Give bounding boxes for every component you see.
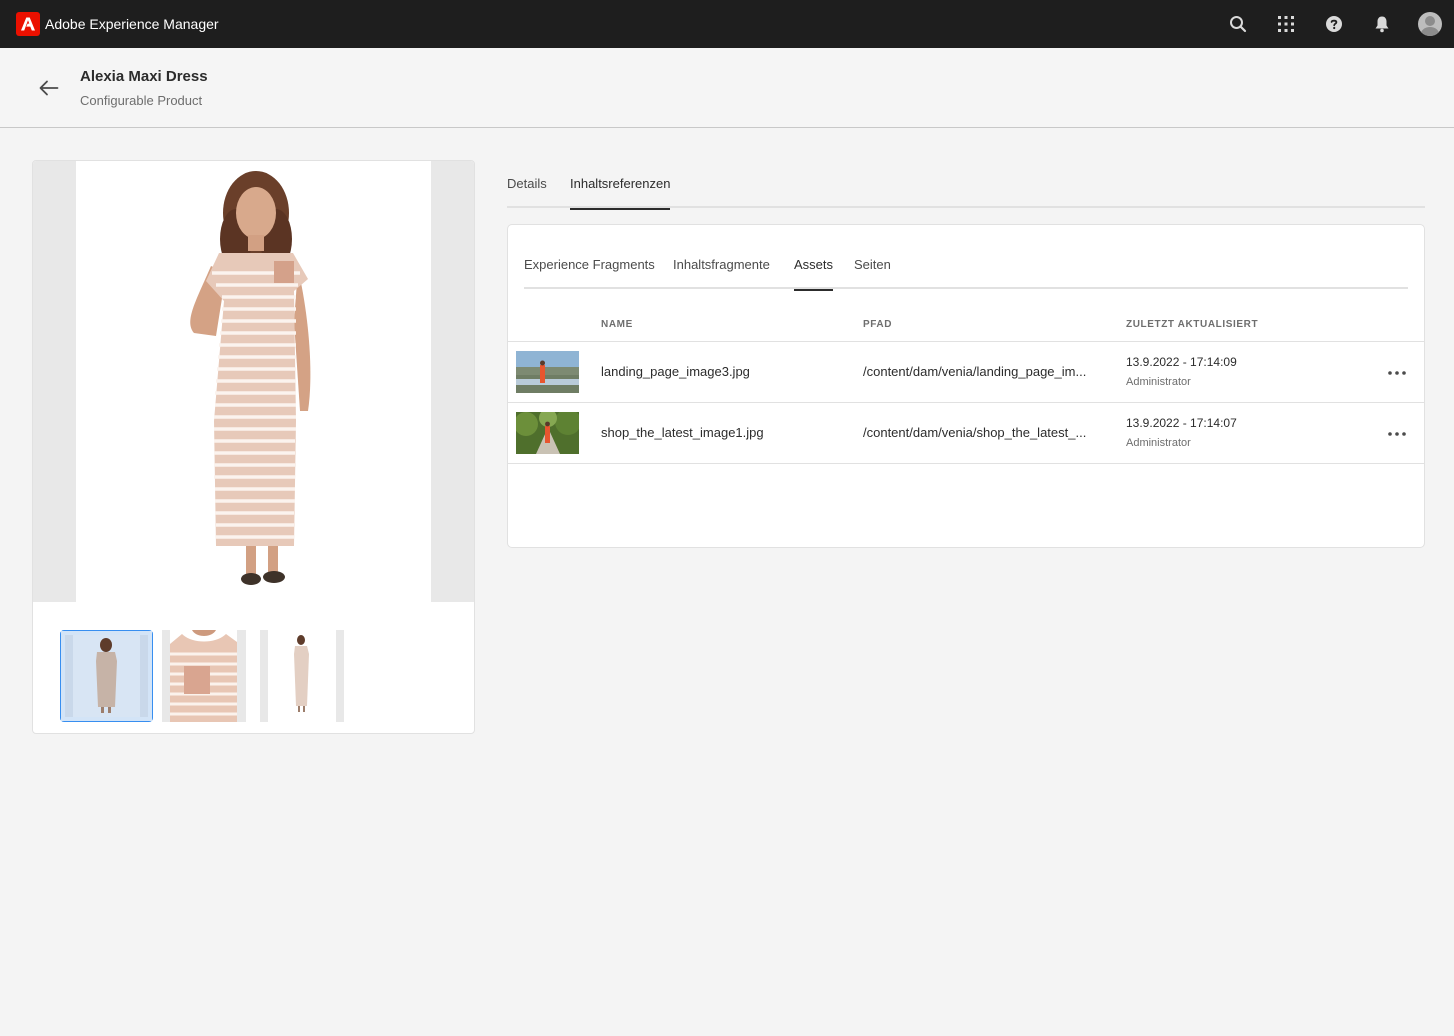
asset-path: /content/dam/venia/landing_page_im... <box>863 364 1087 379</box>
subtab-pages[interactable]: Seiten <box>854 257 891 289</box>
asset-name: landing_page_image3.jpg <box>601 364 750 379</box>
shell-actions <box>1214 0 1454 48</box>
notifications-bell-icon <box>1375 16 1389 33</box>
asset-thumbnail <box>516 351 579 393</box>
adobe-logo-icon <box>16 12 40 36</box>
asset-updated-date: 13.9.2022 - 17:14:09 <box>1126 355 1237 369</box>
asset-updated-by: Administrator <box>1126 437 1191 449</box>
page-title: Alexia Maxi Dress <box>80 68 208 85</box>
help-button[interactable] <box>1310 0 1358 48</box>
thumbnail-detail-view[interactable] <box>162 630 246 722</box>
user-profile-button[interactable] <box>1406 0 1454 48</box>
reference-subtabs: Experience Fragments Inhaltsfragmente As… <box>524 225 1408 291</box>
main-tabs: Details Inhaltsreferenzen <box>507 160 1425 210</box>
table-row[interactable]: landing_page_image3.jpg /content/dam/ven… <box>508 342 1424 403</box>
apps-grid-icon <box>1278 16 1294 32</box>
asset-updated-by: Administrator <box>1126 376 1191 388</box>
content-references-panel: Experience Fragments Inhaltsfragmente As… <box>507 224 1425 548</box>
thumbnail-front-view[interactable] <box>60 630 153 722</box>
more-actions-button[interactable] <box>1380 361 1414 385</box>
table-row[interactable]: shop_the_latest_image1.jpg /content/dam/… <box>508 403 1424 464</box>
column-header-path[interactable]: PFAD <box>863 319 892 330</box>
subtab-experience-fragments[interactable]: Experience Fragments <box>524 257 655 289</box>
apps-button[interactable] <box>1262 0 1310 48</box>
main-product-image <box>33 161 474 602</box>
subtab-content-fragments[interactable]: Inhaltsfragmente <box>673 257 770 289</box>
page-header: Alexia Maxi Dress Configurable Product <box>0 48 1454 128</box>
asset-thumbnail <box>516 412 579 454</box>
more-icon <box>1388 432 1406 436</box>
search-icon <box>1230 16 1247 33</box>
page-subtitle: Configurable Product <box>80 93 203 108</box>
more-actions-button[interactable] <box>1380 422 1414 446</box>
dress-model-image <box>190 171 311 585</box>
asset-name: shop_the_latest_image1.jpg <box>601 425 764 440</box>
column-header-updated[interactable]: ZULETZT AKTUALISIERT <box>1126 319 1258 330</box>
back-button[interactable] <box>34 74 64 102</box>
shell-header: Adobe Experience Manager <box>0 0 1454 48</box>
asset-updated-date: 13.9.2022 - 17:14:07 <box>1126 416 1237 430</box>
user-avatar <box>1418 12 1442 36</box>
brand-name: Adobe Experience Manager <box>45 16 219 32</box>
arrow-left-icon <box>39 80 59 96</box>
help-icon <box>1326 16 1342 32</box>
thumbnail-back-view[interactable] <box>260 630 344 722</box>
tab-content-references[interactable]: Inhaltsreferenzen <box>570 176 671 210</box>
notifications-button[interactable] <box>1358 0 1406 48</box>
tab-details[interactable]: Details <box>507 176 547 208</box>
more-icon <box>1388 371 1406 375</box>
brand-home-link[interactable]: Adobe Experience Manager <box>16 12 219 36</box>
product-image-gallery <box>32 160 475 734</box>
search-button[interactable] <box>1214 0 1262 48</box>
subtab-assets[interactable]: Assets <box>794 257 834 291</box>
column-header-name[interactable]: NAME <box>601 319 633 330</box>
asset-path: /content/dam/venia/shop_the_latest_... <box>863 425 1087 440</box>
